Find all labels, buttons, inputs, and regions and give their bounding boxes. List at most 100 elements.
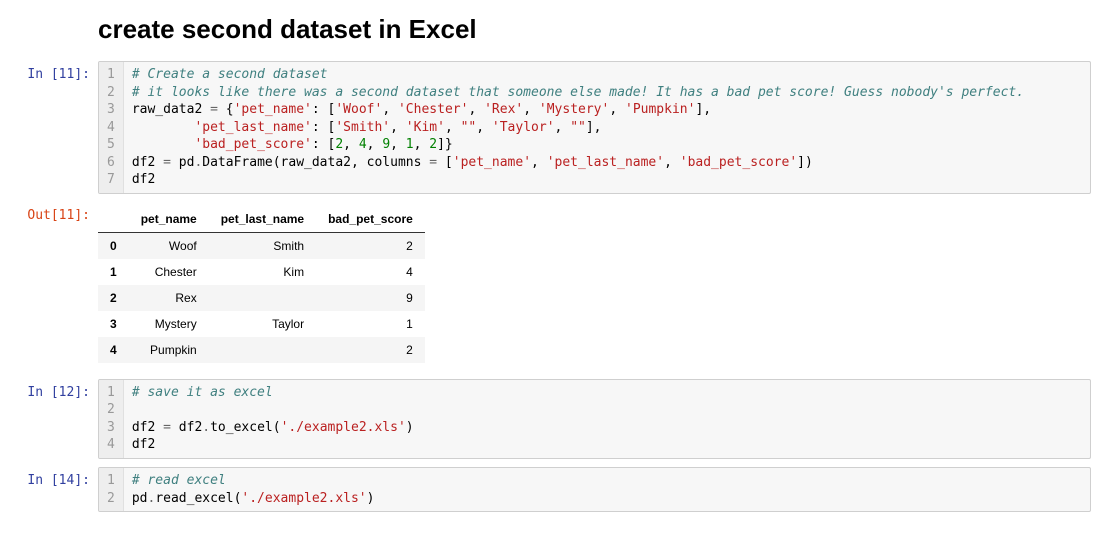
code-text: : [ xyxy=(312,120,335,135)
code-text: raw_data2 xyxy=(132,102,210,117)
code-input-area[interactable]: 1 2 # read excel pd.read_excel('./exampl… xyxy=(98,467,1091,512)
code-content[interactable]: # save it as excel df2 = df2.to_excel('.… xyxy=(124,380,1090,458)
code-content[interactable]: # read excel pd.read_excel('./example2.x… xyxy=(124,468,1090,511)
code-string: 'Kim' xyxy=(406,120,445,135)
code-text: to_excel( xyxy=(210,420,280,435)
table-cell xyxy=(209,285,316,311)
table-cell: 2 xyxy=(316,337,425,363)
code-text: , xyxy=(390,137,406,152)
code-number: 2 xyxy=(335,137,343,152)
code-text: , xyxy=(414,137,430,152)
table-cell: Smith xyxy=(209,232,316,259)
code-text: , xyxy=(390,120,406,135)
code-text: ], xyxy=(586,120,602,135)
table-header xyxy=(98,206,129,233)
code-string: 'Pumpkin' xyxy=(625,102,695,117)
code-text: , xyxy=(476,120,492,135)
input-prompt: In [12]: xyxy=(0,379,98,400)
code-text: df2 xyxy=(132,420,163,435)
code-string: 'Taylor' xyxy=(492,120,555,135)
code-text xyxy=(132,120,195,135)
code-string: "" xyxy=(461,120,477,135)
code-text: df2 xyxy=(171,420,202,435)
table-row: 4 Pumpkin 2 xyxy=(98,337,425,363)
table-cell: 2 xyxy=(316,232,425,259)
table-cell: Chester xyxy=(129,259,209,285)
heading-cell: create second dataset in Excel xyxy=(0,0,1105,57)
code-text: read_excel( xyxy=(155,491,241,506)
code-input-area[interactable]: 1 2 3 4 5 6 7 # Create a second dataset … xyxy=(98,61,1091,194)
code-comment: # it looks like there was a second datas… xyxy=(132,85,1024,100)
code-text: pd xyxy=(132,491,148,506)
code-op: = xyxy=(429,155,437,170)
code-string: 'pet_name' xyxy=(453,155,531,170)
table-header: bad_pet_score xyxy=(316,206,425,233)
code-text: ) xyxy=(367,491,375,506)
line-number-gutter: 1 2 xyxy=(99,468,124,511)
row-index: 0 xyxy=(98,232,129,259)
code-number: 1 xyxy=(406,137,414,152)
code-text: { xyxy=(218,102,234,117)
code-text: , xyxy=(343,137,359,152)
table-row: 0 Woof Smith 2 xyxy=(98,232,425,259)
code-text: , xyxy=(468,102,484,117)
code-cell-12: In [12]: 1 2 3 4 # save it as excel df2 … xyxy=(0,375,1105,463)
code-string: 'bad_pet_score' xyxy=(194,137,311,152)
code-comment: # Create a second dataset xyxy=(132,67,328,82)
table-cell: Kim xyxy=(209,259,316,285)
code-number: 4 xyxy=(359,137,367,152)
code-cell-11: In [11]: 1 2 3 4 5 6 7 # Create a second… xyxy=(0,57,1105,198)
code-text: df2 xyxy=(132,437,155,452)
code-op: . xyxy=(202,420,210,435)
table-cell: Rex xyxy=(129,285,209,311)
code-string: 'pet_last_name' xyxy=(194,120,311,135)
table-row: 2 Rex 9 xyxy=(98,285,425,311)
table-cell xyxy=(209,337,316,363)
table-cell: Pumpkin xyxy=(129,337,209,363)
code-string: 'Chester' xyxy=(398,102,468,117)
code-text: , xyxy=(555,120,571,135)
code-comment: # read excel xyxy=(132,473,226,488)
table-cell: Taylor xyxy=(209,311,316,337)
table-header: pet_name xyxy=(129,206,209,233)
heading-prompt xyxy=(0,4,98,10)
code-text: , xyxy=(523,102,539,117)
code-text: , xyxy=(609,102,625,117)
section-heading: create second dataset in Excel xyxy=(98,14,1105,45)
row-index: 4 xyxy=(98,337,129,363)
code-text: ]) xyxy=(797,155,813,170)
code-text: , xyxy=(382,102,398,117)
table-row: 3 Mystery Taylor 1 xyxy=(98,311,425,337)
code-content[interactable]: # Create a second dataset # it looks lik… xyxy=(124,62,1090,193)
notebook: create second dataset in Excel In [11]: … xyxy=(0,0,1105,516)
row-index: 3 xyxy=(98,311,129,337)
table-cell: Woof xyxy=(129,232,209,259)
table-cell: 4 xyxy=(316,259,425,285)
code-text: df2 xyxy=(132,172,155,187)
row-index: 1 xyxy=(98,259,129,285)
line-number-gutter: 1 2 3 4 xyxy=(99,380,124,458)
code-cell-14: In [14]: 1 2 # read excel pd.read_excel(… xyxy=(0,463,1105,516)
code-string: 'Smith' xyxy=(335,120,390,135)
table-cell: 1 xyxy=(316,311,425,337)
code-string: 'Woof' xyxy=(335,102,382,117)
code-text: , xyxy=(367,137,383,152)
table-header-row: pet_name pet_last_name bad_pet_score xyxy=(98,206,425,233)
code-op: = xyxy=(163,420,171,435)
row-index: 2 xyxy=(98,285,129,311)
table-cell: Mystery xyxy=(129,311,209,337)
output-cell-11: Out[11]: pet_name pet_last_name bad_pet_… xyxy=(0,198,1105,375)
input-prompt: In [14]: xyxy=(0,467,98,488)
code-input-area[interactable]: 1 2 3 4 # save it as excel df2 = df2.to_… xyxy=(98,379,1091,459)
code-string: 'pet_last_name' xyxy=(547,155,664,170)
code-string: "" xyxy=(570,120,586,135)
output-prompt: Out[11]: xyxy=(0,202,98,223)
code-string: './example2.xls' xyxy=(281,420,406,435)
output-area: pet_name pet_last_name bad_pet_score 0 W… xyxy=(98,202,1105,371)
code-number: 9 xyxy=(382,137,390,152)
code-text: , xyxy=(445,120,461,135)
table-cell: 9 xyxy=(316,285,425,311)
code-op: = xyxy=(210,102,218,117)
code-op: = xyxy=(163,155,171,170)
code-text: df2 xyxy=(132,155,163,170)
